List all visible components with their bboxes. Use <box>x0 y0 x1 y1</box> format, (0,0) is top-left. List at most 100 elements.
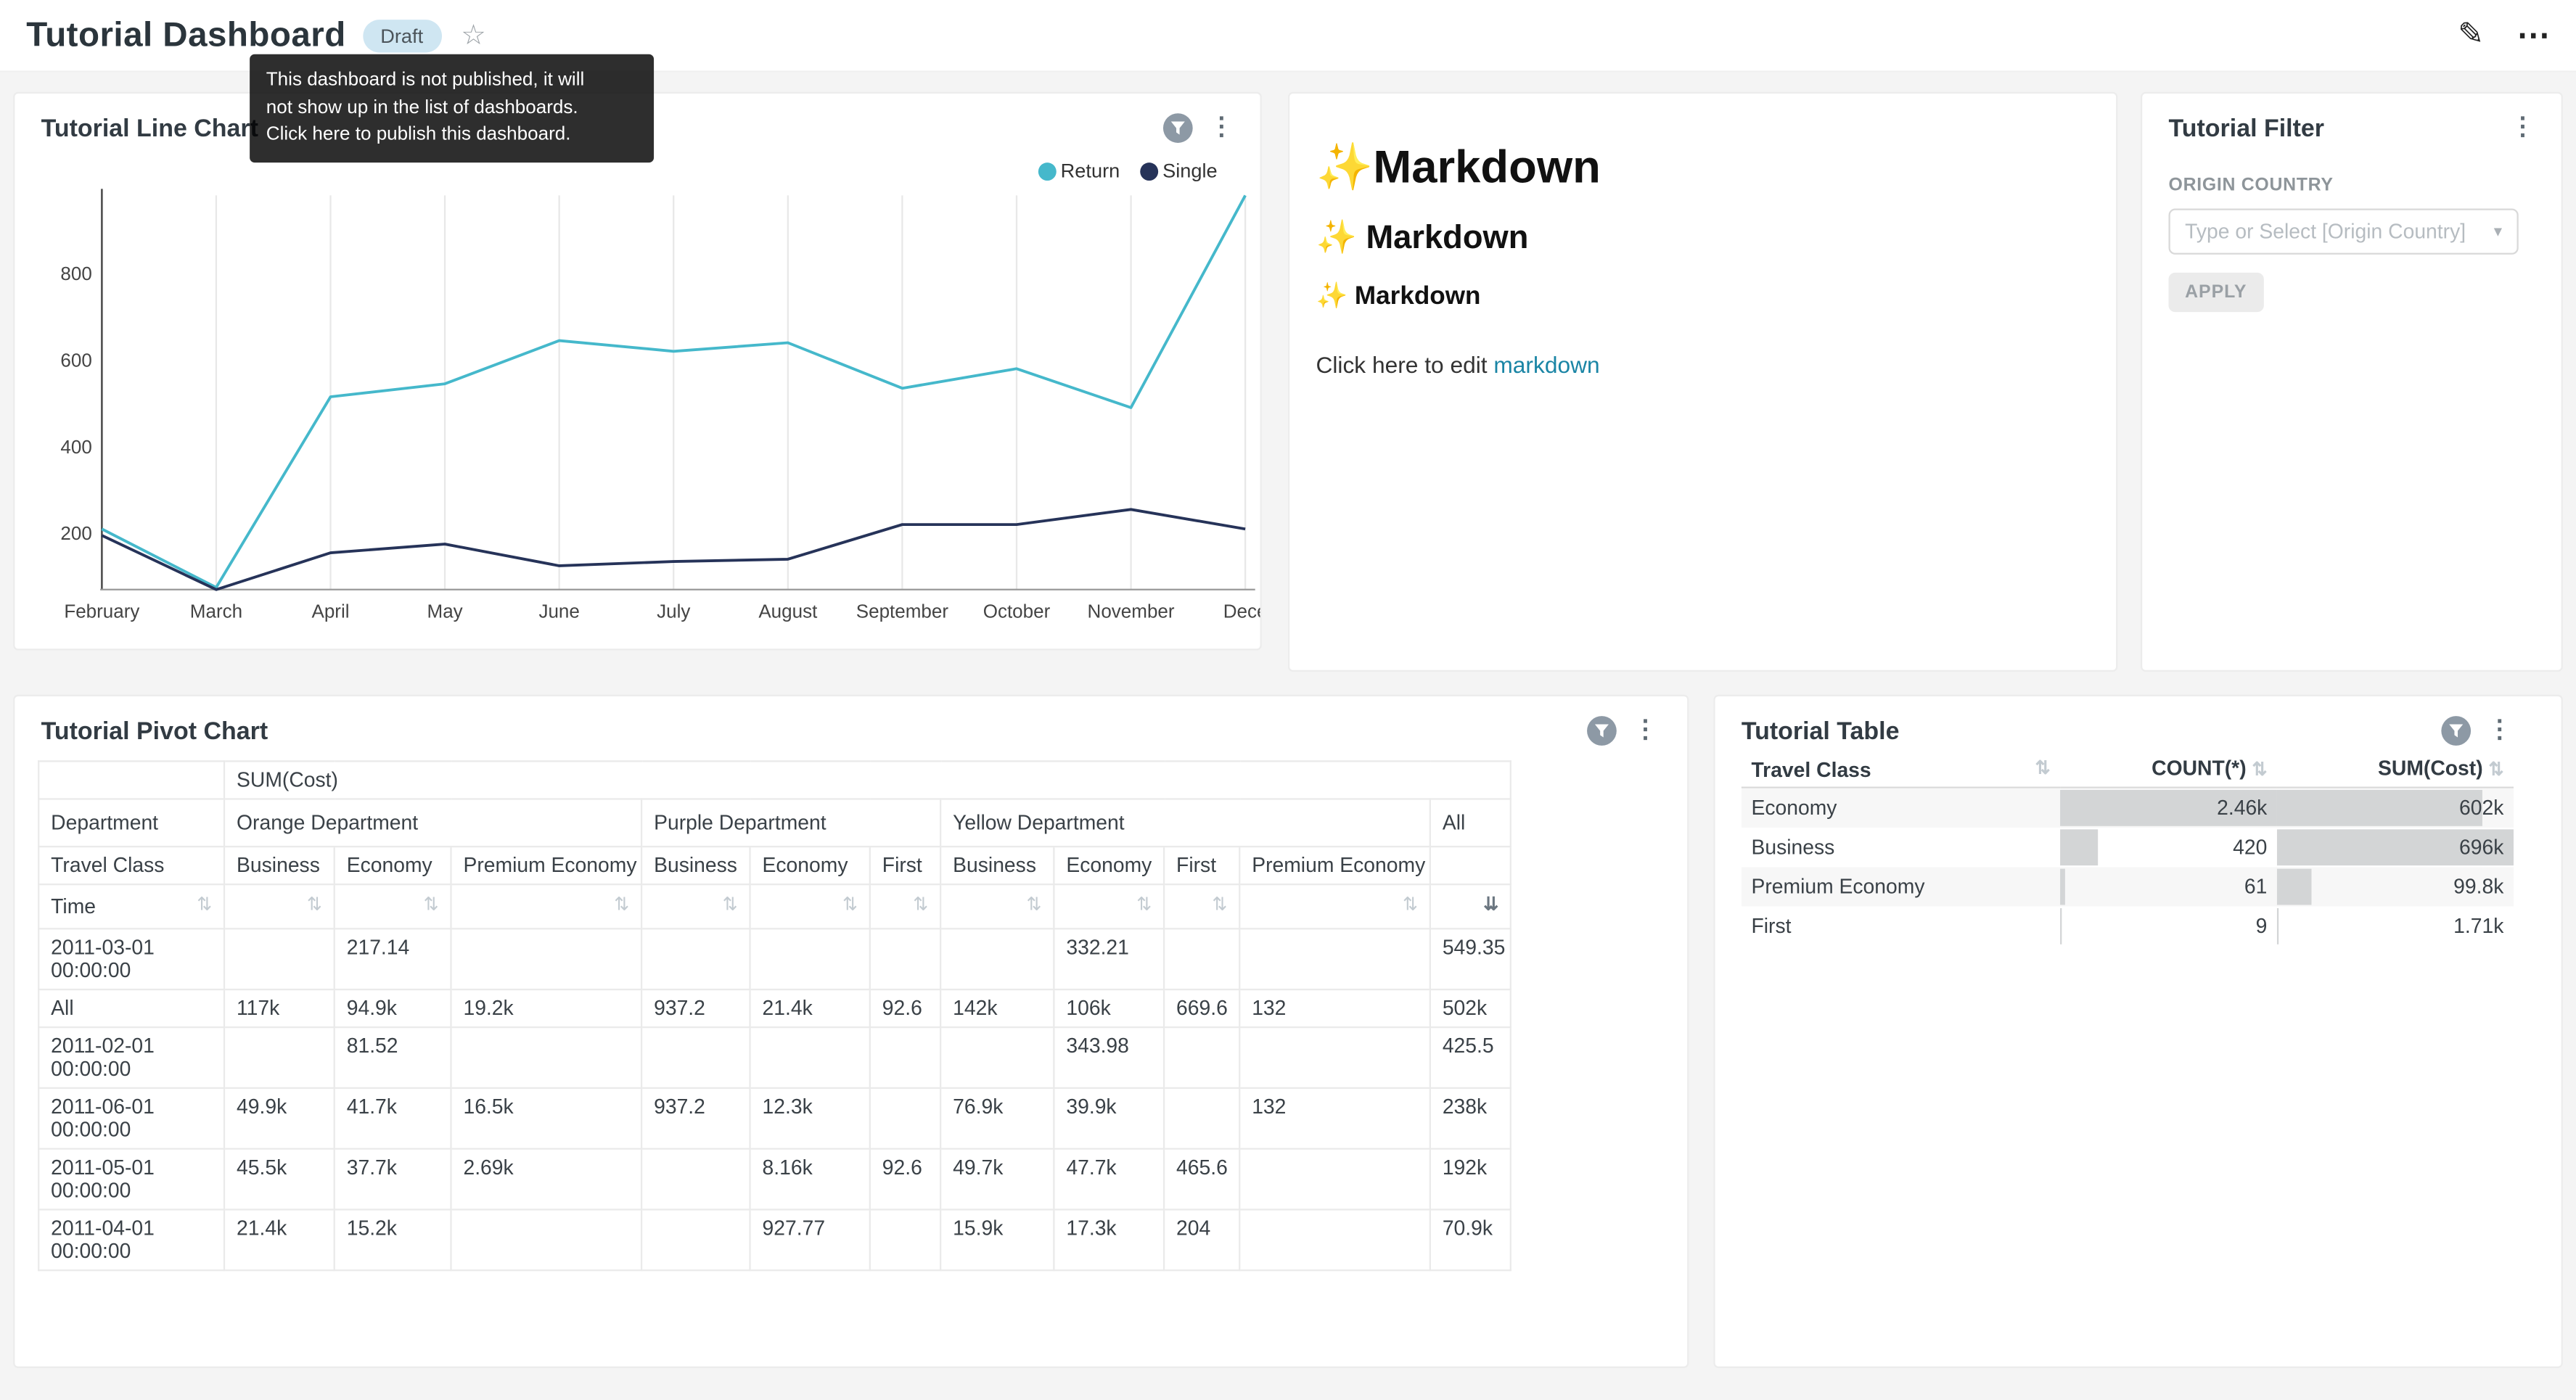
pivot-row-header: 2011-04-0100:00:00 <box>38 1209 224 1270</box>
favorite-star-icon[interactable]: ☆ <box>461 19 486 52</box>
svg-text:April: April <box>311 600 349 622</box>
cell-sum-cost: 1.71k <box>2277 907 2514 946</box>
chart-more-options-icon[interactable]: ⋮ <box>1633 716 1657 746</box>
pivot-cell: 217.14 <box>335 928 451 989</box>
col-header-sum-cost[interactable]: SUM(Cost) ⇅ <box>2277 752 2514 788</box>
sort-icon[interactable]: ⇅ <box>2252 760 2267 780</box>
sort-icon[interactable]: ⇅ <box>1403 895 1418 916</box>
svg-text:August: August <box>758 600 818 622</box>
pivot-cell: 549.35 <box>1430 928 1511 989</box>
origin-country-select[interactable]: Type or Select [Origin Country] ▾ <box>2169 209 2519 255</box>
pivot-cell <box>224 1027 335 1088</box>
filter-indicator-icon[interactable] <box>2441 716 2471 746</box>
pivot-cell: 81.52 <box>335 1027 451 1088</box>
pivot-col-header: Economy <box>335 847 451 884</box>
filter-indicator-icon[interactable] <box>1587 716 1617 746</box>
sort-icon[interactable]: ⇅ <box>913 895 928 916</box>
cell-travel-class: Business <box>1742 828 2060 867</box>
pivot-row-header: All <box>38 989 224 1027</box>
table-header-row: Travel Class⇅COUNT(*) ⇅SUM(Cost) ⇅ <box>1742 752 2514 788</box>
pivot-cell <box>1164 1088 1239 1149</box>
pivot-cell <box>1239 1209 1430 1270</box>
pivot-cell <box>870 1209 940 1270</box>
table-row: First91.71k <box>1742 907 2514 946</box>
pivot-cell: 21.4k <box>224 1209 335 1270</box>
publish-tooltip-line: This dashboard is not published, it will <box>266 67 638 94</box>
pivot-cell: 92.6 <box>870 989 940 1027</box>
sort-icon[interactable]: ⇅ <box>307 895 322 916</box>
pivot-cell: 332.21 <box>1054 928 1164 989</box>
pivot-chart-card: Tutorial Pivot Chart ⋮ SUM(Cost)Departme… <box>13 695 1689 1368</box>
cell-sum-cost: 602k <box>2277 788 2514 828</box>
sort-icon[interactable]: ⇅ <box>614 895 629 916</box>
pivot-cell <box>641 1149 750 1210</box>
pivot-cell: 502k <box>1430 989 1511 1027</box>
pivot-col-header: Premium Economy <box>1239 847 1430 884</box>
pivot-col-header: Business <box>940 847 1054 884</box>
sort-icon[interactable]: ⇅ <box>197 895 212 916</box>
pivot-department-label: Department <box>38 799 224 847</box>
table-row: Premium Economy6199.8k <box>1742 867 2514 906</box>
pivot-col-header: Business <box>224 847 335 884</box>
sort-icon[interactable]: ⇅ <box>2035 759 2051 780</box>
pivot-travelclass-row: Travel ClassBusinessEconomyPremium Econo… <box>38 847 1511 884</box>
pivot-cell: 94.9k <box>335 989 451 1027</box>
page-title: Tutorial Dashboard <box>26 16 345 55</box>
edit-dashboard-icon[interactable]: ✎ <box>2458 17 2484 54</box>
markdown-body: ✨Markdown ✨ Markdown ✨ Markdown Click he… <box>1289 94 2116 378</box>
sort-icon[interactable]: ⇅ <box>1027 895 1042 916</box>
col-header-travel-class[interactable]: Travel Class⇅ <box>1742 752 2060 788</box>
svg-text:February: February <box>64 600 139 622</box>
pivot-cell: 76.9k <box>940 1088 1054 1149</box>
pivot-cell: 15.9k <box>940 1209 1054 1270</box>
sort-icon[interactable]: ⇅ <box>1136 895 1152 916</box>
dashboard-page: Tutorial Dashboard Draft ☆ ✎ ⋯ This dash… <box>0 0 2576 1399</box>
cell-sum-cost: 99.8k <box>2277 867 2514 906</box>
sort-desc-icon[interactable]: ⇊ <box>1483 895 1498 916</box>
pivot-cell <box>940 928 1054 989</box>
pivot-cell <box>1239 928 1430 989</box>
pivot-sort-row: Time⇅⇅⇅⇅⇅⇅⇅⇅⇅⇅⇅⇊ <box>38 884 1511 928</box>
funnel-glyph <box>1593 722 1610 739</box>
draft-status-badge[interactable]: Draft <box>362 19 441 52</box>
pivot-row-header: 2011-02-0100:00:00 <box>38 1027 224 1088</box>
header-more-options-icon[interactable]: ⋯ <box>2516 15 2549 56</box>
pivot-cell <box>451 1027 641 1088</box>
pivot-cell <box>1164 1027 1239 1088</box>
svg-text:June: June <box>538 600 579 622</box>
svg-text:November: November <box>1088 600 1175 622</box>
pivot-metric-header: SUM(Cost) <box>224 761 1511 799</box>
pivot-cell <box>641 1027 750 1088</box>
pivot-cell <box>870 928 940 989</box>
pivot-cell: 465.6 <box>1164 1149 1239 1210</box>
sort-icon[interactable]: ⇅ <box>2489 760 2504 780</box>
sort-icon[interactable]: ⇅ <box>424 895 439 916</box>
cell-count: 2.46k <box>2060 788 2277 828</box>
chart-more-options-icon[interactable]: ⋮ <box>2487 716 2512 746</box>
markdown-h1: ✨Markdown <box>1316 139 2089 194</box>
select-placeholder: Type or Select [Origin Country] <box>2185 220 2466 243</box>
pivot-cell: 192k <box>1430 1149 1511 1210</box>
filter-body: ORIGIN COUNTRY Type or Select [Origin Co… <box>2142 143 2561 312</box>
sort-icon[interactable]: ⇅ <box>723 895 738 916</box>
edit-markdown-link[interactable]: markdown <box>1493 352 1599 378</box>
filter-more-options-icon[interactable]: ⋮ <box>2510 113 2535 143</box>
sort-icon[interactable]: ⇅ <box>842 895 858 916</box>
apply-filter-button[interactable]: APPLY <box>2169 273 2264 312</box>
pivot-col-header <box>1430 847 1511 884</box>
pivot-cell: 15.2k <box>335 1209 451 1270</box>
pivot-cell <box>641 928 750 989</box>
cell-count: 61 <box>2060 867 2277 906</box>
markdown-paragraph-text: Click here to edit <box>1316 352 1493 378</box>
pivot-cell <box>750 1027 870 1088</box>
pivot-cell <box>1239 1149 1430 1210</box>
col-header-count[interactable]: COUNT(*) ⇅ <box>2060 752 2277 788</box>
pivot-cell <box>1164 928 1239 989</box>
cell-sum-cost: 696k <box>2277 828 2514 867</box>
publish-tooltip-line: Click here to publish this dashboard. <box>266 122 638 149</box>
pivot-cell: 37.7k <box>335 1149 451 1210</box>
pivot-cell: 2.69k <box>451 1149 641 1210</box>
sort-icon[interactable]: ⇅ <box>1212 895 1227 916</box>
svg-text:September: September <box>856 600 949 622</box>
pivot-col-header: Premium Economy <box>451 847 641 884</box>
